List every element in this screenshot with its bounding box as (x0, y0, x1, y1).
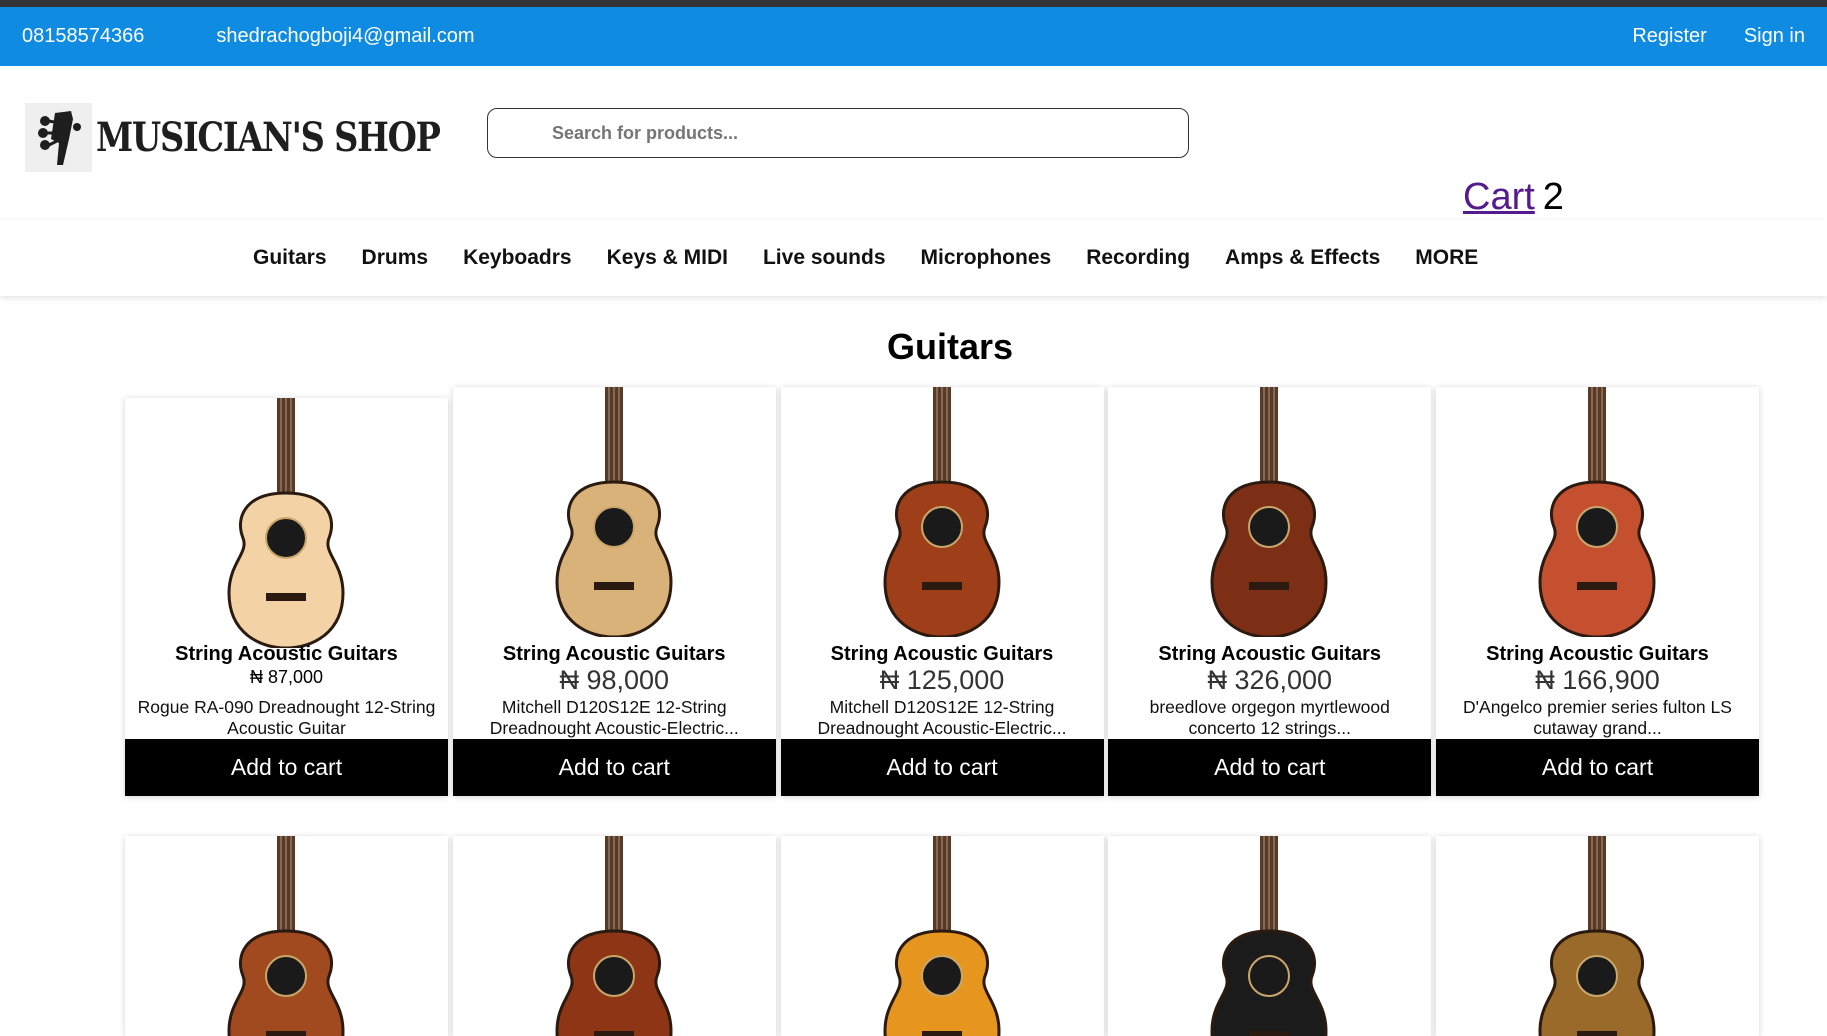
nav-item-recording[interactable]: Recording (1086, 246, 1190, 270)
add-to-cart-button[interactable]: Add to cart (452, 739, 776, 796)
section-title: Guitars (886, 326, 1014, 367)
product-card[interactable] (452, 836, 776, 1036)
product-image (1210, 387, 1328, 637)
product-grid: String Acoustic Guitars ₦ 87,000 Rogue R… (125, 387, 1759, 796)
product-image (882, 387, 1001, 637)
product-price: ₦ 98,000 (559, 665, 670, 695)
nav-item-more[interactable]: MORE (1415, 246, 1478, 270)
category-nav: Guitars Drums Keyboadrs Keys & MIDI Live… (0, 220, 1827, 296)
product-image (1538, 836, 1656, 1036)
guitar-headstock-icon (25, 103, 92, 172)
product-description: Rogue RA-090 Dreadnought 12-String Acous… (137, 697, 436, 738)
product-category: String Acoustic Guitars (502, 643, 726, 665)
product-description: Mitchell D120S12E 12-String Dreadnought … (489, 697, 739, 738)
product-image (555, 387, 673, 637)
nav-item-keys-midi[interactable]: Keys & MIDI (607, 246, 728, 270)
product-price: ₦ 87,000 (249, 667, 324, 687)
product-category: String Acoustic Guitars (830, 643, 1054, 665)
nav-item-keyboards[interactable]: Keyboadrs (463, 246, 572, 270)
product-image (1538, 387, 1656, 637)
product-image (882, 836, 1001, 1036)
nav-item-microphones[interactable]: Microphones (921, 246, 1052, 270)
product-price: ₦ 326,000 (1207, 665, 1333, 695)
cart-link[interactable]: Cart (1463, 176, 1535, 218)
product-card[interactable]: String Acoustic Guitars ₦ 125,000 Mitche… (780, 387, 1104, 796)
product-image (555, 836, 673, 1036)
nav-item-amps-effects[interactable]: Amps & Effects (1225, 246, 1380, 270)
window-top-strip (0, 0, 1827, 7)
product-image (227, 398, 345, 648)
product-category: String Acoustic Guitars (1158, 643, 1382, 665)
product-card[interactable] (1108, 836, 1432, 1036)
product-category: String Acoustic Guitars (175, 643, 398, 665)
nav-item-guitars[interactable]: Guitars (253, 246, 327, 270)
add-to-cart-button[interactable]: Add to cart (780, 739, 1104, 796)
product-price: ₦ 166,900 (1535, 665, 1660, 695)
signin-link[interactable]: Sign in (1744, 25, 1805, 48)
search-input[interactable] (550, 121, 1188, 145)
product-card[interactable]: String Acoustic Guitars ₦ 166,900 D'Ange… (1436, 387, 1759, 796)
cart: Cart 2 (1463, 176, 1564, 219)
product-card[interactable]: String Acoustic Guitars ₦ 98,000 Mitchel… (452, 387, 776, 796)
product-card[interactable]: String Acoustic Guitars ₦ 87,000 Rogue R… (125, 398, 448, 796)
product-image (1210, 836, 1328, 1036)
product-price: ₦ 125,000 (879, 665, 1005, 695)
logo-text: MUSICIAN'S SHOP (96, 114, 441, 161)
contact-bar: 08158574366 shedrachogboji4@gmail.com Re… (0, 7, 1827, 66)
logo[interactable]: MUSICIAN'S SHOP (25, 103, 505, 172)
site-header: MUSICIAN'S SHOP Cart2 (0, 66, 1827, 220)
product-card[interactable]: String Acoustic Guitars ₦ 326,000 breedl… (1108, 387, 1432, 796)
phone-number: 08158574366 (22, 25, 145, 47)
product-card[interactable] (125, 836, 448, 1036)
product-description: breedlove orgegon myrtlewood concerto 12… (1149, 697, 1390, 738)
product-card[interactable] (780, 836, 1104, 1036)
product-image (227, 836, 345, 1036)
product-card[interactable] (1436, 836, 1759, 1036)
search-box[interactable] (487, 108, 1189, 158)
add-to-cart-button[interactable]: Add to cart (125, 739, 448, 796)
product-grid-row-2 (125, 836, 1759, 1036)
email-address: shedrachogboji4@gmail.com (216, 25, 475, 47)
cart-count: 2 (1542, 176, 1564, 218)
product-description: Mitchell D120S12E 12-String Dreadnought … (817, 697, 1067, 738)
add-to-cart-button[interactable]: Add to cart (1436, 739, 1759, 796)
add-to-cart-button[interactable]: Add to cart (1108, 739, 1432, 796)
product-description: D'Angelco premier series fulton LS cutaw… (1463, 697, 1732, 738)
nav-item-drums[interactable]: Drums (362, 246, 429, 270)
product-category: String Acoustic Guitars (1486, 643, 1709, 665)
register-link[interactable]: Register (1632, 25, 1706, 48)
nav-item-live-sounds[interactable]: Live sounds (763, 246, 886, 270)
